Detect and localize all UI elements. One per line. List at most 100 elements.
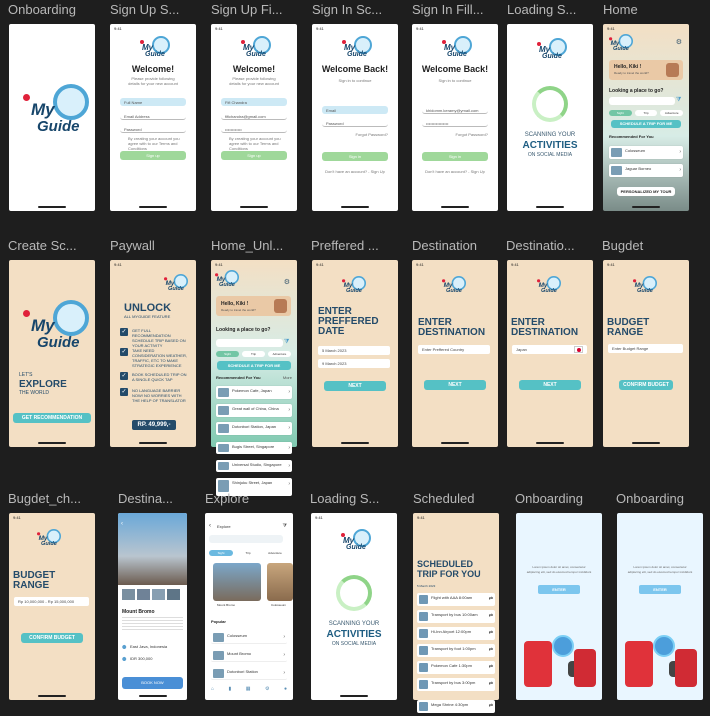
date-to-field[interactable]: 9 March 2023 xyxy=(318,359,390,368)
personalized-tour-button[interactable]: PERSONALIZED MY TOUR xyxy=(617,187,675,196)
swap-icon[interactable]: ⇄ xyxy=(489,647,493,653)
gallery-thumb[interactable] xyxy=(167,589,180,600)
swap-icon[interactable]: ⇄ xyxy=(489,681,493,687)
email-field[interactable]: khidomm.keramy@ymail.com xyxy=(422,106,488,114)
back-icon[interactable]: ‹ xyxy=(209,523,211,529)
swap-icon[interactable]: ⇄ xyxy=(489,630,493,636)
signup-link[interactable]: Don't have an account? - Sign Up xyxy=(312,169,398,174)
forgot-password-link[interactable]: Forgot Password? xyxy=(412,132,498,137)
tab-sight[interactable]: Sight xyxy=(609,110,632,116)
frame-label[interactable]: Onboarding xyxy=(616,491,706,506)
frame-label[interactable]: Onboarding xyxy=(8,2,98,17)
full-name-field[interactable]: Full Name xyxy=(120,98,186,106)
frame-label[interactable]: Explore xyxy=(205,491,275,506)
create-screen[interactable]: My Guide LET'S EXPLORE THE WORLD GET REC… xyxy=(9,260,95,447)
signup-filled-screen[interactable]: 9:41 My Guide Welcome! Please provide fol… xyxy=(211,24,297,211)
signup-screen[interactable]: 9:41 My Guide Welcome! Please provide fol… xyxy=(110,24,196,211)
settings-nav-icon[interactable]: ⚙ xyxy=(265,686,269,694)
bookmark-nav-icon[interactable]: ▮ xyxy=(229,686,232,694)
explore-screen[interactable]: ‹ Explore ⧩ Sight Trip Adventure Mount B… xyxy=(205,513,293,700)
date-from-field[interactable]: 5 March 2023 xyxy=(318,346,390,355)
frame-label[interactable]: Sign In Sc... xyxy=(312,2,402,17)
password-field[interactable]: •••••••••••• xyxy=(221,125,287,133)
frame-label[interactable]: Sign Up Fi... xyxy=(211,2,301,17)
tab-sight[interactable]: Sight xyxy=(216,351,239,357)
frame-label[interactable]: Preffered ... xyxy=(311,238,401,253)
email-field[interactable]: Email Address xyxy=(120,112,186,120)
schedule-item[interactable]: Hi-Inn Airport 12:00pm ⇄ xyxy=(417,627,495,640)
gallery-thumb[interactable] xyxy=(137,589,150,600)
price-button[interactable]: RP. 49,999,- xyxy=(132,420,176,430)
tab-sight[interactable]: Sight xyxy=(209,550,233,556)
schedule-trip-button[interactable]: SCHEDULE A TRIP FOR ME xyxy=(217,361,291,370)
list-item[interactable]: Dotonbori Station › xyxy=(211,667,287,680)
place-card-image[interactable] xyxy=(267,563,293,601)
frame-label[interactable]: Home xyxy=(603,2,693,17)
filter-icon[interactable]: ⧩ xyxy=(676,97,683,104)
terms-checkbox-label[interactable]: By creating your account you agree with … xyxy=(211,136,297,151)
gallery-thumb[interactable] xyxy=(122,589,135,600)
signup-button[interactable]: Sign up xyxy=(120,151,186,160)
list-item[interactable]: Jaguar Borneo › xyxy=(609,164,683,177)
tab-trip[interactable]: Trip xyxy=(236,550,260,556)
email-field[interactable]: Email xyxy=(322,106,388,114)
swap-icon[interactable]: ⇄ xyxy=(489,596,493,602)
signin-screen[interactable]: 9:41 My Guide Welcome Back! Sign in to co… xyxy=(312,24,398,211)
search-input[interactable] xyxy=(609,97,675,105)
home-nav-icon[interactable]: ⌂ xyxy=(211,686,214,694)
list-item[interactable]: Bugis Street, Singapore › xyxy=(216,442,292,454)
onboarding-screen[interactable]: My Guide xyxy=(9,24,95,211)
budget-input[interactable]: Rp 10,000,000 - Rp 15,000,000 xyxy=(14,597,89,606)
enter-button[interactable]: ENTER xyxy=(538,585,580,594)
frame-label[interactable]: Sign Up S... xyxy=(110,2,202,17)
confirm-budget-button[interactable]: CONFIRM BUDGET xyxy=(21,633,83,643)
frame-label[interactable]: Onboarding xyxy=(515,491,605,506)
swap-icon[interactable]: ⇄ xyxy=(489,664,493,670)
frame-label[interactable]: Create Sc... xyxy=(8,238,98,253)
schedule-trip-button[interactable]: SCHEDULE A TRIP FOR ME xyxy=(611,120,681,128)
frame-label[interactable]: Bugdet_ch... xyxy=(8,491,98,506)
full-name-field[interactable]: Fifi Chandra xyxy=(221,98,287,106)
place-card-image[interactable] xyxy=(213,563,261,601)
avatar[interactable] xyxy=(274,299,287,313)
list-item[interactable]: Mount Bromo › xyxy=(211,649,287,662)
password-field[interactable]: Password xyxy=(120,125,186,133)
gear-icon[interactable]: ⚙ xyxy=(676,38,682,46)
frame-label[interactable]: Sign In Fill... xyxy=(412,2,504,17)
email-field[interactable]: fifichandra@gmail.com xyxy=(221,112,287,120)
schedule-item[interactable]: Transport by bus 3:00pm ⇄ xyxy=(417,678,495,691)
forgot-password-link[interactable]: Forgot Password? xyxy=(312,132,398,137)
get-recommendation-button[interactable]: GET RECOMMENDATION xyxy=(13,413,91,423)
schedule-item[interactable]: Transport by bus 10:00am ⇄ xyxy=(417,610,495,623)
confirm-budget-button[interactable]: CONFIRM BUDGET xyxy=(619,380,673,390)
frame-label[interactable]: Loading S... xyxy=(310,491,402,506)
list-item[interactable]: Pokemon Cafe, Japan › xyxy=(216,386,292,399)
next-button[interactable]: NEXT xyxy=(324,381,386,391)
destination-screen[interactable]: 9:41 My Guide ENTER DESTINATION Enter Pre… xyxy=(412,260,498,447)
home-screen[interactable]: 9:41 My Guide ⚙ Hello, Kiki ! Ready to tr… xyxy=(603,24,689,211)
schedule-item[interactable]: Mega Shrine 4:30pm ⇄ xyxy=(417,700,495,713)
terms-checkbox-label[interactable]: By creating your account you agree with … xyxy=(110,136,196,151)
search-input[interactable] xyxy=(209,535,283,543)
tab-adventure[interactable]: Adventure xyxy=(263,550,287,556)
frame-label[interactable]: Paywall xyxy=(110,238,202,253)
home-unlocked-screen[interactable]: 9:41 My Guide ⚙ Hello, Kiki ! Ready to tr… xyxy=(211,260,297,447)
tab-adventure[interactable]: Adventure xyxy=(268,351,291,357)
onboarding-illustration-screen[interactable]: Lorem ipsum dolor sit amet, consectetur … xyxy=(617,513,703,700)
gear-icon[interactable]: ⚙ xyxy=(284,278,290,286)
password-field[interactable]: Password xyxy=(322,119,388,127)
destination-filled-screen[interactable]: 9:41 My Guide ENTER DESTINATION Japan NEX… xyxy=(507,260,593,447)
scheduled-screen[interactable]: 9:41 SCHEDULED TRIP FOR YOU 5 March 2023… xyxy=(413,513,499,700)
signup-button[interactable]: Sign up xyxy=(221,151,287,160)
schedule-item[interactable]: Pokemon Cafe 1:30pm ⇄ xyxy=(417,661,495,674)
gallery-thumb[interactable] xyxy=(152,589,165,600)
swap-icon[interactable]: ⇄ xyxy=(489,703,493,709)
enter-button[interactable]: ENTER xyxy=(639,585,681,594)
paywall-screen[interactable]: 9:41 My Guide UNLOCK ALL MYGUIDE FEATURE … xyxy=(110,260,196,447)
tab-trip[interactable]: Trip xyxy=(242,351,265,357)
frame-label[interactable]: Bugdet xyxy=(602,238,694,253)
explore-nav-icon[interactable]: ▦ xyxy=(246,686,251,694)
frame-label[interactable]: Destinatio... xyxy=(506,238,596,253)
frame-label[interactable]: Home_Unl... xyxy=(211,238,301,253)
search-input[interactable] xyxy=(216,339,283,347)
